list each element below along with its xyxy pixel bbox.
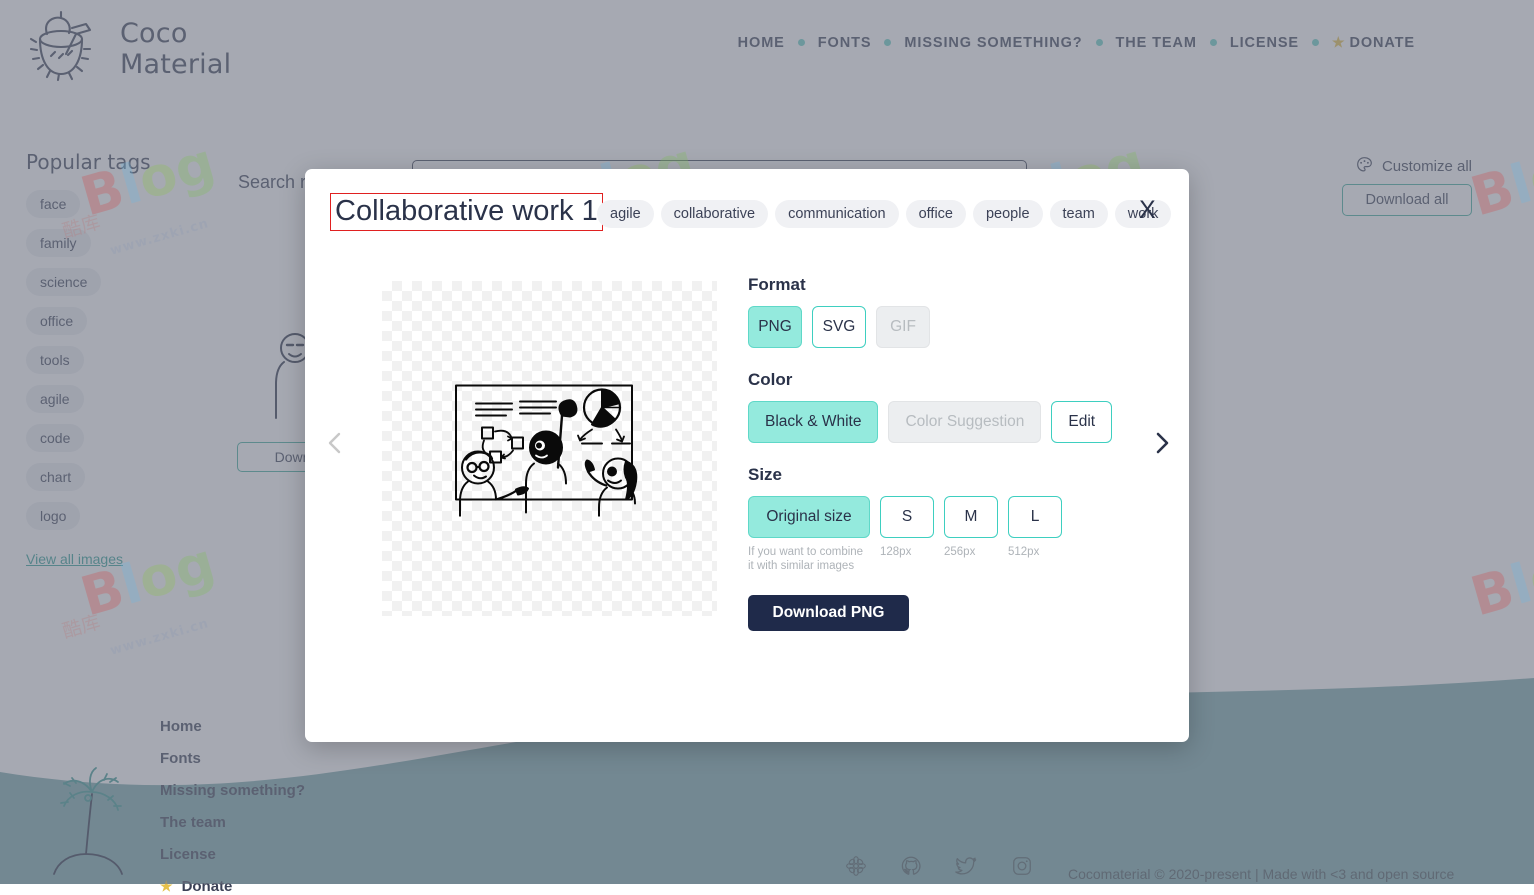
modal-image-title[interactable]: Collaborative work 1	[330, 193, 603, 231]
next-image-button[interactable]	[1145, 427, 1179, 461]
size-option-original[interactable]: Original size	[748, 496, 870, 538]
download-options-panel: Format PNG SVG GIF Color Black & White C…	[748, 275, 1148, 631]
modal-tag-collaborative[interactable]: collaborative	[661, 200, 768, 228]
size-notes: If you want to combine it with similar i…	[748, 545, 1148, 574]
format-option-gif: GIF	[876, 306, 930, 348]
modal-tag-agile[interactable]: agile	[597, 200, 654, 228]
collaborative-work-illustration	[450, 381, 650, 516]
image-detail-modal: Collaborative work 1 agile collaborative…	[305, 169, 1189, 742]
size-option-s[interactable]: S	[880, 496, 934, 538]
color-option-color-suggestion: Color Suggestion	[888, 401, 1041, 443]
size-note-l: 512px	[1008, 545, 1062, 574]
modal-tag-office[interactable]: office	[906, 200, 966, 228]
size-option-l[interactable]: L	[1008, 496, 1062, 538]
color-heading: Color	[748, 370, 1148, 390]
chevron-left-icon	[325, 431, 345, 458]
format-option-svg[interactable]: SVG	[812, 306, 866, 348]
modal-tag-people[interactable]: people	[973, 200, 1043, 228]
color-option-edit[interactable]: Edit	[1051, 401, 1112, 443]
format-section: Format PNG SVG GIF	[748, 275, 1148, 348]
image-preview	[382, 281, 717, 616]
size-note-s: 128px	[880, 545, 934, 574]
size-note-m: 256px	[944, 545, 998, 574]
format-option-png[interactable]: PNG	[748, 306, 802, 348]
size-note-original: If you want to combine it with similar i…	[748, 545, 870, 574]
modal-tag-team[interactable]: team	[1050, 200, 1108, 228]
previous-image-button[interactable]	[318, 427, 352, 461]
color-section: Color Black & White Color Suggestion Edi…	[748, 370, 1148, 443]
close-modal-button[interactable]: X	[1139, 198, 1156, 223]
size-option-m[interactable]: M	[944, 496, 998, 538]
modal-tag-list: agile collaborative communication office…	[597, 200, 1171, 228]
format-heading: Format	[748, 275, 1148, 295]
modal-tag-communication[interactable]: communication	[775, 200, 899, 228]
download-png-button[interactable]: Download PNG	[748, 595, 909, 631]
color-option-black-and-white[interactable]: Black & White	[748, 401, 878, 443]
chevron-right-icon	[1152, 431, 1172, 458]
size-heading: Size	[748, 465, 1148, 485]
size-section: Size Original size S M L If you want to …	[748, 465, 1148, 631]
